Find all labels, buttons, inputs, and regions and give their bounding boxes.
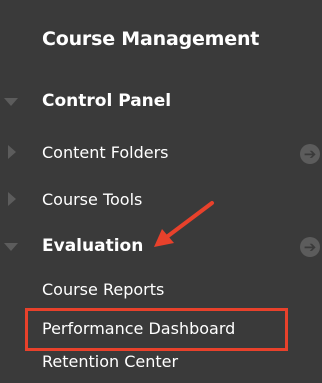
circle-arrow-icon[interactable]: ➔ bbox=[300, 237, 320, 257]
menu-item-label[interactable]: Control Panel bbox=[42, 91, 171, 111]
menu-item-label[interactable]: Evaluation bbox=[42, 236, 143, 256]
submenu-item-course-reports[interactable]: Course Reports bbox=[0, 273, 322, 307]
submenu-item-label[interactable]: Course Reports bbox=[42, 280, 164, 299]
menu-item-control-panel[interactable]: Control Panel bbox=[0, 84, 322, 118]
menu-item-content-folders[interactable]: Content Folders ➔ bbox=[0, 136, 322, 170]
panel-title: Course Management bbox=[42, 28, 260, 50]
triangle-down-icon[interactable] bbox=[4, 98, 18, 106]
menu-item-label[interactable]: Course Tools bbox=[42, 190, 142, 209]
triangle-right-icon[interactable] bbox=[8, 192, 16, 206]
circle-arrow-icon[interactable]: ➔ bbox=[300, 144, 320, 164]
submenu-item-performance-dashboard[interactable]: Performance Dashboard bbox=[0, 312, 322, 346]
submenu-item-label[interactable]: Retention Center bbox=[42, 352, 178, 371]
triangle-right-icon[interactable] bbox=[8, 145, 16, 159]
triangle-down-icon[interactable] bbox=[4, 243, 18, 251]
menu-item-label[interactable]: Content Folders bbox=[42, 143, 169, 162]
course-management-panel: Course Management Control Panel Content … bbox=[0, 0, 322, 383]
menu-item-evaluation[interactable]: Evaluation ➔ bbox=[0, 229, 322, 263]
menu-item-course-tools[interactable]: Course Tools bbox=[0, 183, 322, 217]
submenu-item-retention-center[interactable]: Retention Center bbox=[0, 345, 322, 379]
submenu-item-label[interactable]: Performance Dashboard bbox=[42, 319, 235, 338]
